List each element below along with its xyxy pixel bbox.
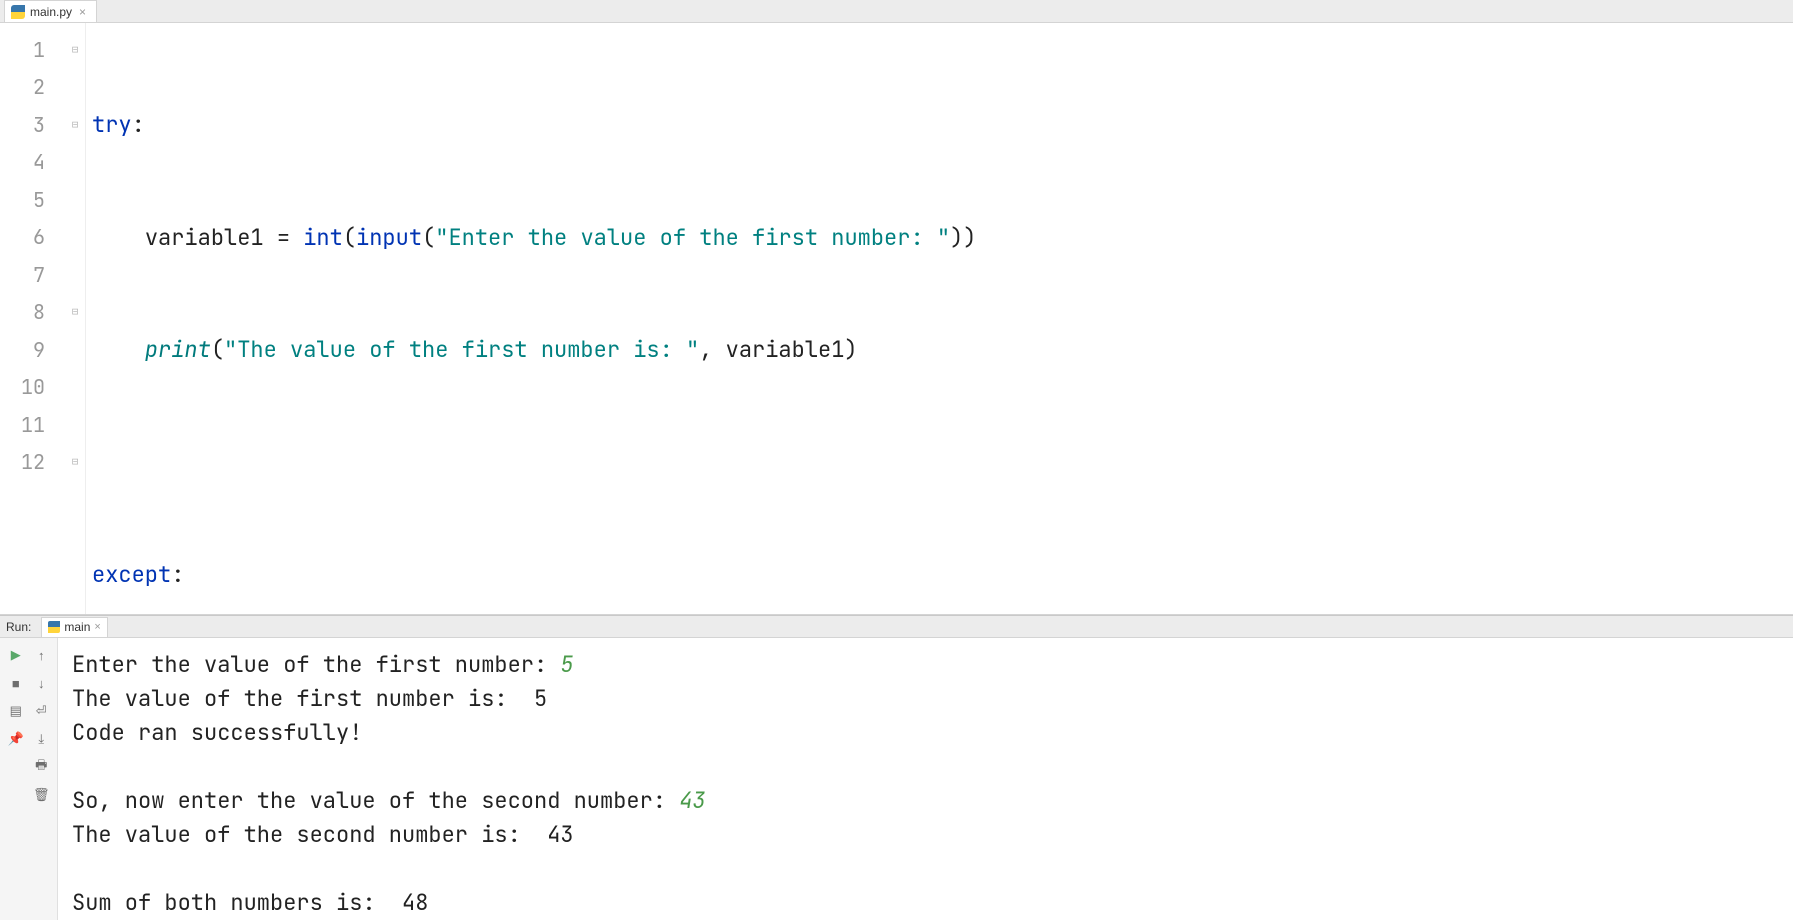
line-number: 11 [21,412,45,438]
line-number: 7 [33,262,45,288]
editor-tab-main[interactable]: main.py × [4,0,97,22]
console-user-input: 43 [679,786,705,815]
python-file-icon [48,621,60,633]
python-file-icon [11,5,25,19]
console-line: Code ran successfully! [72,718,362,747]
line-number: 1 [33,37,45,63]
trash-icon[interactable]: 🗑 [30,782,54,808]
console-line: Enter the value of the first number: [72,650,560,679]
line-number: 6 [33,224,45,250]
editor-tab-label: main.py [30,5,72,19]
down-icon[interactable]: ↓ [30,670,54,696]
up-icon[interactable]: ↑ [30,642,54,668]
spacer [4,782,28,808]
run-toolbar: ▶ ↑ ■ ↓ ▤ ⏎ 📌 ⤓ 🖶 🗑 [0,638,58,920]
keyword-except: except [92,560,171,589]
console-line: The value of the second number is: 43 [72,820,574,849]
keyword-try: try [92,110,132,139]
code-editor[interactable]: 1 ⊟ 2 3 ⊟ 4 5 6 7 8 ⊟ 9 10 11 12 ⊟ try: vari… [0,23,1793,615]
editor-tab-bar: main.py × [0,0,1793,23]
ide-window: main.py × 1 ⊟ 2 3 ⊟ 4 5 6 7 8 ⊟ 9 10 11 12 ⊟… [0,0,1793,920]
run-panel-title: Run: [6,620,31,634]
scroll-to-end-icon[interactable]: ⤓ [30,726,54,752]
console-line: The value of the first number is: 5 [72,684,547,713]
console-user-input: 5 [560,650,573,679]
run-tool-window: Run: main × ▶ ↑ ■ ↓ ▤ ⏎ 📌 ⤓ 🖶 🗑 [0,615,1793,920]
spacer [4,754,28,780]
run-panel-header: Run: main × [0,616,1793,638]
console-output[interactable]: Enter the value of the first number: 5 T… [58,638,1793,920]
run-panel-body: ▶ ↑ ■ ↓ ▤ ⏎ 📌 ⤓ 🖶 🗑 Enter the value of t… [0,638,1793,920]
rerun-button[interactable]: ▶ [4,642,28,668]
line-number: 5 [33,187,45,213]
line-number: 10 [21,374,45,400]
line-number-gutter: 1 ⊟ 2 3 ⊟ 4 5 6 7 8 ⊟ 9 10 11 12 ⊟ [0,23,86,614]
line-number: 8 [33,299,45,325]
run-tab-label: main [64,620,90,634]
line-number: 9 [33,337,45,363]
soft-wrap-icon[interactable]: ⏎ [30,698,54,724]
fold-icon[interactable]: ⊟ [69,456,81,468]
fold-icon[interactable]: ⊟ [69,119,81,131]
line-number: 2 [33,74,45,100]
stop-button[interactable]: ■ [4,670,28,696]
code-area[interactable]: try: variable1 = int(input("Enter the va… [86,23,1793,614]
close-icon[interactable]: × [77,5,88,19]
fold-icon[interactable]: ⊟ [69,44,81,56]
fold-icon[interactable]: ⊟ [69,306,81,318]
line-number: 12 [21,449,45,475]
layout-icon[interactable]: ▤ [4,698,28,724]
pin-icon[interactable]: 📌 [4,726,28,752]
console-line: Sum of both numbers is: 48 [72,888,428,917]
line-number: 4 [33,149,45,175]
print-icon[interactable]: 🖶 [30,754,54,780]
run-tab-main[interactable]: main × [41,617,107,637]
close-icon[interactable]: × [94,621,100,633]
line-number: 3 [33,112,45,138]
console-line: So, now enter the value of the second nu… [72,786,679,815]
